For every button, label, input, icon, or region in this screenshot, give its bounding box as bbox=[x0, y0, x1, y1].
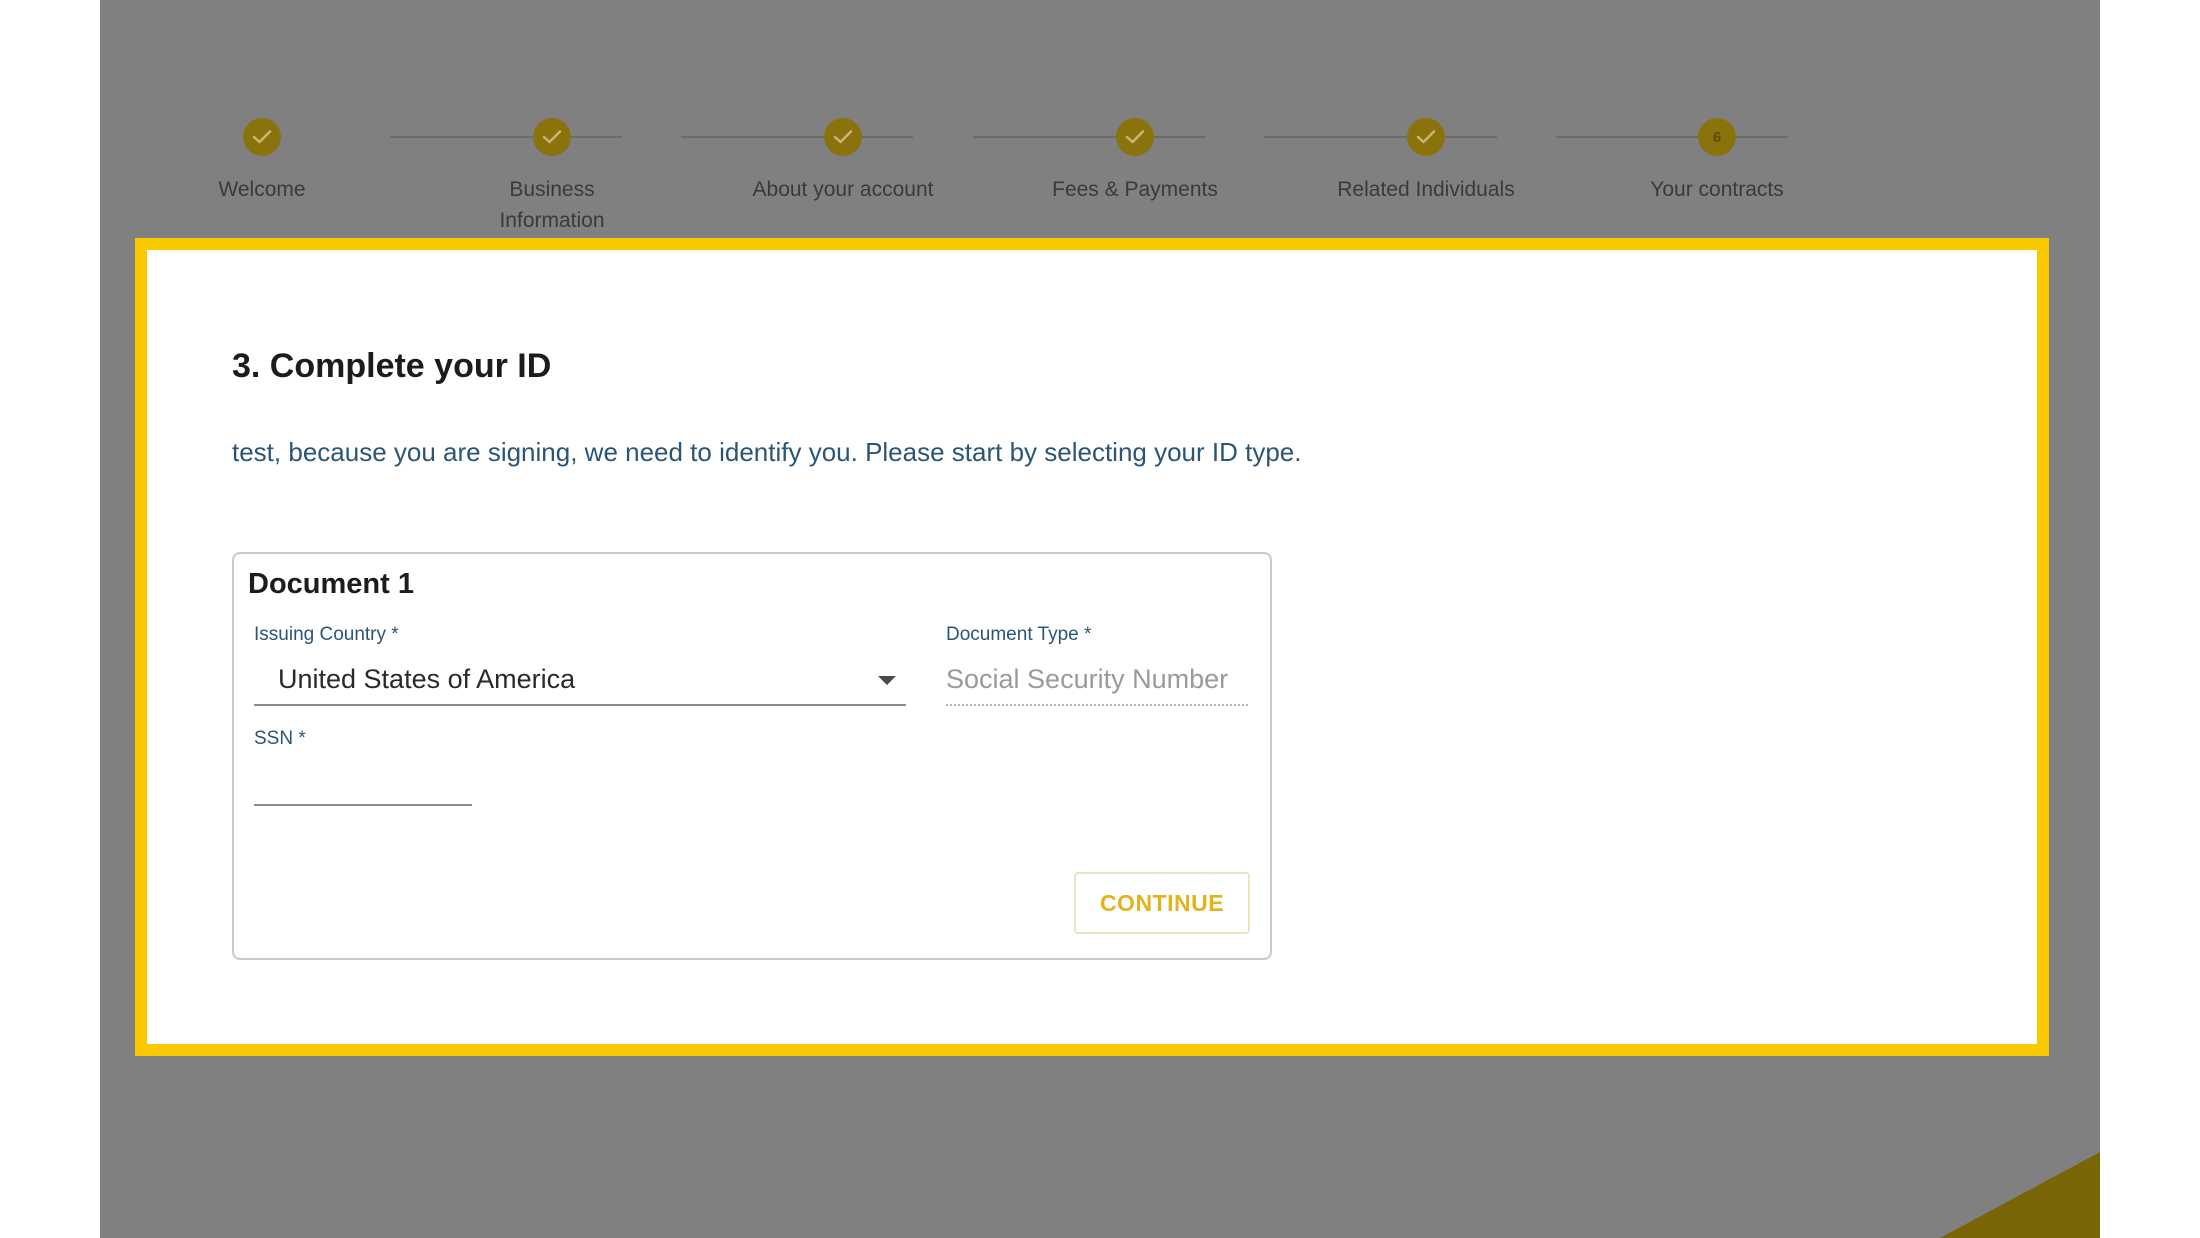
step-label: Welcome bbox=[218, 178, 306, 201]
issuing-country-value: United States of America bbox=[278, 664, 576, 694]
check-icon bbox=[1116, 118, 1154, 156]
progress-stepper: Welcome Business Information About your … bbox=[100, 0, 2100, 240]
corner-accent-shape bbox=[1940, 1152, 2100, 1238]
check-icon bbox=[533, 118, 571, 156]
document-card: Document 1 Issuing Country * United Stat… bbox=[232, 552, 1272, 960]
step-welcome[interactable]: Welcome bbox=[142, 118, 382, 205]
step-label: Your contracts bbox=[1650, 178, 1784, 201]
step-your-contracts[interactable]: 6 Your contracts bbox=[1597, 118, 1837, 205]
check-icon bbox=[1407, 118, 1445, 156]
document-type-value: Social Security Number bbox=[946, 664, 1229, 694]
step-business-information[interactable]: Business Information bbox=[432, 118, 672, 236]
page-title: 3. Complete your ID bbox=[232, 347, 552, 385]
continue-button[interactable]: CONTINUE bbox=[1074, 872, 1250, 934]
step-number: 6 bbox=[1698, 118, 1736, 156]
check-icon bbox=[824, 118, 862, 156]
dropdown-arrow-icon[interactable] bbox=[878, 676, 896, 685]
issuing-country-label: Issuing Country * bbox=[254, 624, 399, 645]
ssn-input[interactable] bbox=[254, 758, 472, 806]
document-type-label: Document Type * bbox=[946, 624, 1092, 645]
step-label: Fees & Payments bbox=[1052, 178, 1218, 201]
step-related-individuals[interactable]: Related Individuals bbox=[1306, 118, 1546, 205]
step-label: About your account bbox=[752, 178, 934, 201]
ssn-label: SSN * bbox=[254, 728, 306, 749]
step-fees-payments[interactable]: Fees & Payments bbox=[1015, 118, 1255, 205]
check-icon bbox=[243, 118, 281, 156]
document-title: Document 1 bbox=[248, 568, 414, 600]
issuing-country-select[interactable]: United States of America bbox=[254, 654, 906, 706]
instruction-text: test, because you are signing, we need t… bbox=[232, 437, 1302, 467]
step-label: Business Information bbox=[499, 178, 605, 232]
document-type-field: Social Security Number bbox=[946, 654, 1248, 706]
highlighted-id-panel: 3. Complete your ID test, because you ar… bbox=[135, 238, 2049, 1056]
step-label: Related Individuals bbox=[1337, 178, 1515, 201]
step-about-your-account[interactable]: About your account bbox=[723, 118, 963, 205]
